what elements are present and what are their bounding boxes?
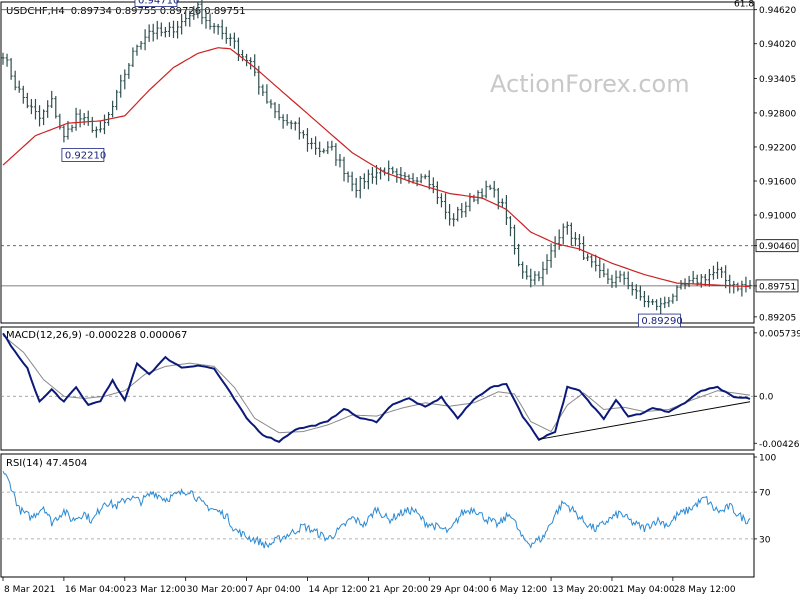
price-annotation-2: 0.89290 — [641, 316, 682, 327]
price-ytick-label: 0.92800 — [759, 109, 796, 119]
x-tick-label: 23 Mar 12:00 — [126, 585, 186, 595]
rsi-ytick-label: 30 — [759, 535, 771, 545]
x-tick-label: 16 Mar 04:00 — [65, 585, 125, 595]
usdchf-chart: ActionForex.com USDCHF,H4 0.89734 0.89755… — [0, 0, 800, 600]
x-tick-label: 6 May 12:00 — [491, 585, 547, 595]
price-ytick-label: 0.89205 — [759, 313, 796, 323]
watermark: ActionForex.com — [490, 70, 690, 98]
price-ytick-label: 0.91600 — [759, 178, 796, 188]
x-tick-label: 13 May 20:00 — [552, 585, 614, 595]
symbol-label: USDCHF,H4 — [6, 6, 65, 17]
x-tick-label: 29 Apr 04:00 — [430, 585, 489, 595]
x-tick-label: 7 Apr 04:00 — [248, 585, 301, 595]
price-annotation-0: 0.94710 — [138, 0, 179, 7]
ohlc-readout: 0.89734 0.89755 0.89726 0.89751 — [71, 6, 246, 17]
macd-title: MACD(12,26,9) -0.000228 0.000067 — [6, 330, 187, 341]
macd-ytick-label: -0.004261 — [759, 440, 800, 450]
price-ytick-label: 0.94020 — [759, 40, 796, 50]
fib-level-label: 61.8 — [734, 0, 754, 10]
price-ytick-label: 0.90460 — [759, 242, 796, 252]
rsi-ytick-label: 100 — [759, 454, 776, 464]
x-tick-label: 14 Apr 12:00 — [308, 585, 367, 595]
price-ytick-label: 0.91000 — [759, 212, 796, 222]
x-tick-label: 21 Apr 20:00 — [369, 585, 428, 595]
rsi-title: RSI(14) 47.4504 — [6, 458, 87, 469]
macd-ytick-label: 0.005739 — [759, 329, 800, 339]
price-annotation-1: 0.92210 — [65, 150, 106, 161]
x-tick-label: 28 May 12:00 — [674, 585, 736, 595]
price-ytick-label: 0.94620 — [759, 6, 796, 16]
x-tick-label: 8 Mar 2021 — [4, 585, 55, 595]
x-tick-label: 30 Mar 20:00 — [187, 585, 247, 595]
price-ytick-label: 0.93405 — [759, 75, 796, 85]
price-ytick-label: 0.92200 — [759, 143, 796, 153]
macd-ytick-label: 0.0 — [759, 393, 774, 403]
x-tick-label: 21 May 04:00 — [613, 585, 675, 595]
rsi-ytick-label: 70 — [759, 489, 771, 499]
price-ytick-label: 0.89751 — [759, 282, 796, 292]
